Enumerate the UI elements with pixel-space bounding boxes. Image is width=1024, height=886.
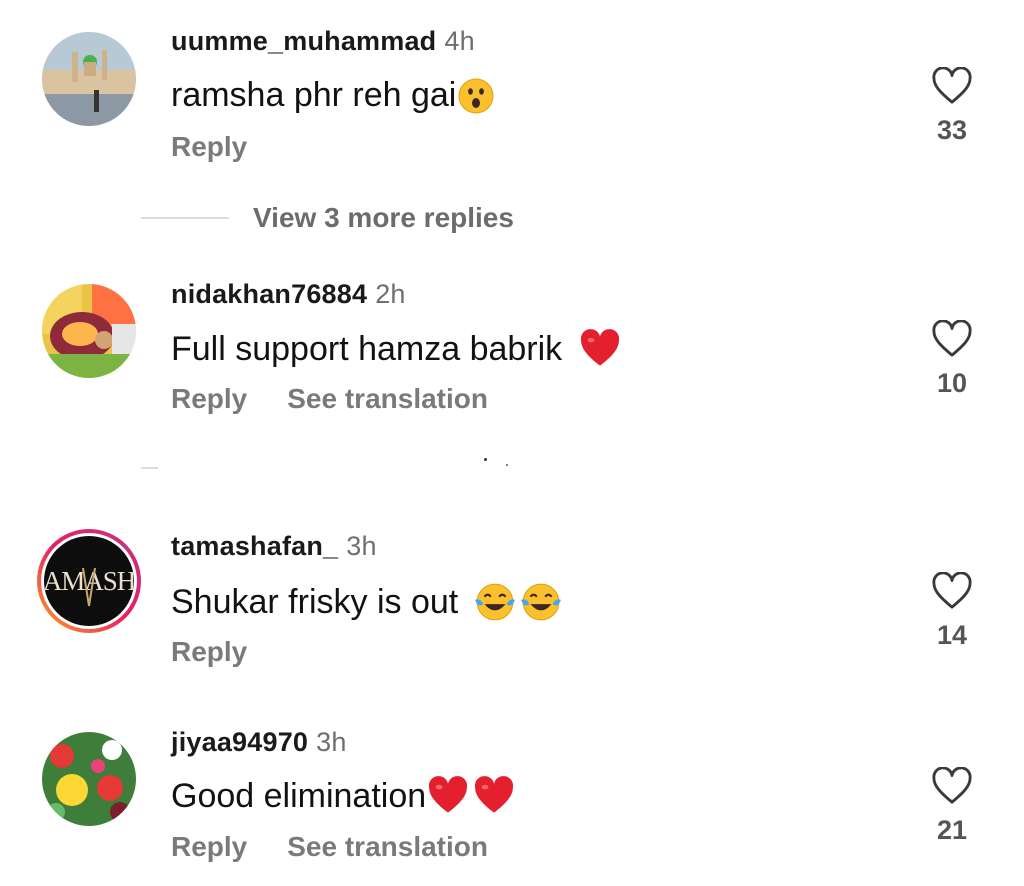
like-count: 21: [936, 815, 968, 845]
comment-actions: Reply See translation: [171, 831, 488, 863]
comment-actions: Reply: [171, 131, 247, 163]
replies-loading-indicator: [141, 455, 541, 475]
reply-button[interactable]: Reply: [171, 131, 247, 162]
astonished-face-emoji: [458, 78, 494, 113]
divider-line: [141, 467, 158, 469]
see-translation-button[interactable]: See translation: [287, 831, 488, 862]
view-more-replies-label[interactable]: View 3 more replies: [253, 202, 514, 234]
comment-timestamp: 4h: [444, 26, 475, 56]
reply-button[interactable]: Reply: [171, 383, 247, 414]
colorful-dress-photo: [42, 284, 136, 378]
logo-text: AMASH: [43, 566, 136, 596]
comment-timestamp: 2h: [375, 279, 406, 309]
comment-timestamp: 3h: [316, 727, 347, 757]
comment-actions: Reply See translation: [171, 383, 488, 415]
loading-dot: [484, 458, 487, 461]
mosque-photo: [42, 32, 136, 126]
like-count: 14: [936, 620, 968, 650]
reply-button[interactable]: Reply: [171, 831, 247, 862]
comment-timestamp: 3h: [346, 531, 377, 561]
comment-actions: Reply: [171, 636, 247, 668]
tamasha-logo: AMASH: [37, 529, 141, 633]
like-control[interactable]: 33: [927, 67, 977, 146]
tears-of-joy-emoji: [520, 583, 561, 621]
like-control[interactable]: 21: [927, 767, 977, 846]
heart-outline-icon[interactable]: [931, 320, 973, 358]
loading-dot: [506, 464, 508, 466]
like-control[interactable]: 10: [927, 320, 977, 399]
like-count: 10: [936, 368, 968, 398]
view-more-replies[interactable]: View 3 more replies: [141, 196, 514, 240]
avatar[interactable]: [42, 732, 136, 826]
divider-line: [141, 217, 229, 219]
heart-outline-icon[interactable]: [931, 67, 973, 105]
comment-text: ramsha phr reh gai: [171, 76, 494, 115]
comment-username[interactable]: nidakhan76884 2h: [171, 279, 406, 310]
like-control[interactable]: 14: [927, 572, 977, 651]
avatar[interactable]: AMASH: [36, 528, 142, 634]
comment-username[interactable]: tamashafan_ 3h: [171, 531, 377, 562]
comment-text: Shukar frisky is out: [171, 581, 562, 623]
heart-outline-icon[interactable]: [931, 572, 973, 610]
red-heart-emoji: [580, 329, 619, 366]
heart-outline-icon[interactable]: [931, 767, 973, 805]
comment-username[interactable]: uumme_muhammad 4h: [171, 26, 475, 57]
like-count: 33: [936, 115, 968, 145]
red-heart-emoji: [475, 776, 514, 813]
reply-button[interactable]: Reply: [171, 636, 247, 667]
comment-text: Good elimination: [171, 776, 514, 816]
avatar[interactable]: [42, 32, 136, 126]
comment-username[interactable]: jiyaa94970 3h: [171, 727, 347, 758]
avatar[interactable]: [42, 284, 136, 378]
red-heart-emoji: [429, 776, 468, 813]
comment-text: Full support hamza babrik: [171, 329, 620, 369]
tears-of-joy-emoji: [474, 583, 515, 621]
see-translation-button[interactable]: See translation: [287, 383, 488, 414]
flowers-photo: [42, 732, 136, 826]
